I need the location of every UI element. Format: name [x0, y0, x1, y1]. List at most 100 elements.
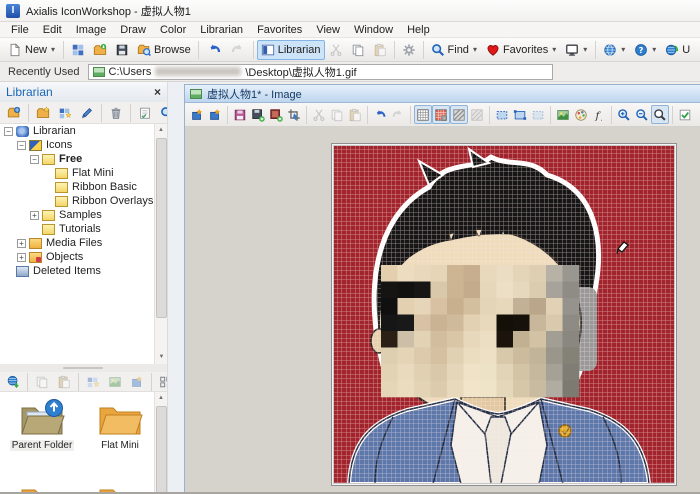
zoom-in-button[interactable] [615, 105, 633, 124]
copy-button[interactable] [347, 40, 369, 60]
tree-scroll-thumb[interactable] [156, 138, 167, 318]
expander-plus-icon[interactable]: + [30, 210, 39, 220]
menu-item-file[interactable]: File [4, 22, 36, 38]
help-dropdown-icon[interactable]: ▾ [651, 45, 657, 54]
view-icons-button[interactable] [155, 372, 167, 392]
folder-scroll-thumb[interactable] [156, 406, 167, 494]
folder-item-flat-mini[interactable]: Flat Mini [84, 398, 156, 451]
menu-item-window[interactable]: Window [347, 22, 400, 38]
tree-item-samples[interactable]: + Samples [0, 208, 167, 222]
favorites-button[interactable]: Favorites ▾ [482, 40, 561, 60]
tree-item-flat-mini[interactable]: Flat Mini [0, 166, 167, 180]
scroll-up-icon[interactable]: ▲ [155, 392, 167, 405]
find-dropdown-icon[interactable]: ▾ [472, 45, 478, 54]
search-button[interactable] [156, 103, 167, 123]
test-icon-button[interactable] [676, 105, 694, 124]
menu-item-view[interactable]: View [309, 22, 347, 38]
expander-minus-icon[interactable]: − [30, 154, 39, 164]
tree-item-tutorials[interactable]: Tutorials [0, 222, 167, 236]
favorites-dropdown-icon[interactable]: ▾ [551, 45, 557, 54]
zoom-tool-button[interactable] [651, 105, 669, 124]
image-adjust-button[interactable] [554, 105, 572, 124]
tree-item-ribbon-overlays[interactable]: Ribbon Overlays [0, 194, 167, 208]
menu-item-edit[interactable]: Edit [36, 22, 69, 38]
tree-item-icons[interactable]: − Icons [0, 138, 167, 152]
doc-undo-button[interactable] [371, 105, 389, 124]
web-dropdown-icon[interactable]: ▾ [620, 45, 626, 54]
new-button[interactable]: New ▾ [4, 40, 60, 60]
expander-plus-icon[interactable]: + [17, 238, 26, 248]
new-folder-button[interactable] [32, 103, 54, 123]
rename-button[interactable] [76, 103, 98, 123]
new-dropdown-icon[interactable]: ▾ [50, 45, 56, 54]
browse-button[interactable]: Browse [133, 40, 195, 60]
effects-button[interactable] [590, 105, 608, 124]
doc-paste-button[interactable] [346, 105, 364, 124]
panel-splitter-handle[interactable] [0, 364, 167, 372]
tree-item-objects[interactable]: + Objects [0, 250, 167, 264]
expander-minus-icon[interactable]: − [17, 140, 26, 150]
scroll-up-icon[interactable]: ▲ [155, 124, 167, 137]
new-image-button[interactable] [104, 372, 126, 392]
vertical-splitter[interactable] [167, 82, 184, 494]
expander-minus-icon[interactable]: − [4, 126, 13, 136]
new-project-button[interactable] [188, 105, 206, 124]
tree-item-free[interactable]: − Free [0, 152, 167, 166]
tree-item-ribbon-basic[interactable]: Ribbon Basic [0, 180, 167, 194]
float-selection-button[interactable] [529, 105, 547, 124]
undo-button[interactable] [202, 40, 226, 60]
folder-item-parent-folder[interactable]: Parent Folder [6, 398, 78, 451]
options-button[interactable] [398, 40, 420, 60]
pixel-canvas-artwork[interactable] [333, 145, 675, 484]
screen-dropdown-icon[interactable]: ▾ [582, 45, 588, 54]
tree-item-media-files[interactable]: + Media Files [0, 236, 167, 250]
document-tab-bar[interactable]: 虚拟人物1* - Image [185, 85, 700, 103]
transparency-button[interactable] [450, 105, 468, 124]
web-button[interactable]: ▾ [599, 40, 630, 60]
find-button[interactable]: Find ▾ [427, 40, 482, 60]
menu-item-help[interactable]: Help [400, 22, 437, 38]
librarian-toggle-button[interactable]: Librarian [256, 39, 325, 60]
show-grid-button[interactable] [414, 105, 432, 124]
redo-button[interactable] [226, 40, 250, 60]
paste-item-button[interactable] [53, 372, 75, 392]
tree-scrollbar[interactable]: ▲ ▼ [154, 124, 167, 364]
lcd-preview-button[interactable] [432, 105, 450, 124]
paste-button[interactable] [369, 40, 391, 60]
save-as-button[interactable] [249, 105, 267, 124]
expander-plus-icon[interactable]: + [17, 252, 26, 262]
help-button[interactable]: ▾ [630, 40, 661, 60]
new-icon-button[interactable] [82, 372, 104, 392]
zoom-out-button[interactable] [633, 105, 651, 124]
menu-item-image[interactable]: Image [69, 22, 114, 38]
download-web-button[interactable] [2, 372, 24, 392]
save-image-button[interactable] [231, 105, 249, 124]
color-palette-button[interactable] [572, 105, 590, 124]
menu-item-librarian[interactable]: Librarian [193, 22, 250, 38]
duplicate-project-button[interactable] [206, 105, 224, 124]
screen-button[interactable]: ▾ [561, 40, 592, 60]
open-library-web-button[interactable] [3, 103, 25, 123]
convert-button[interactable] [126, 372, 148, 392]
new-library-button[interactable] [67, 40, 89, 60]
doc-copy-button[interactable] [328, 105, 346, 124]
pattern-button[interactable] [468, 105, 486, 124]
select-button[interactable] [493, 105, 511, 124]
update-button[interactable]: U [661, 40, 694, 60]
image-canvas[interactable] [331, 143, 677, 486]
copy-item-button[interactable] [31, 372, 53, 392]
properties-button[interactable] [134, 103, 156, 123]
resize-selection-button[interactable] [511, 105, 529, 124]
menu-item-color[interactable]: Color [153, 22, 193, 38]
folder-scrollbar[interactable]: ▲ ▼ [154, 392, 167, 494]
open-button[interactable] [89, 40, 111, 60]
recent-path-combobox[interactable]: C:\Users \Desktop\虚拟人物1.gif [87, 63, 553, 80]
menu-item-draw[interactable]: Draw [113, 22, 153, 38]
tree-item-librarian[interactable]: − Librarian [0, 124, 167, 138]
tree-item-deleted-items[interactable]: Deleted Items [0, 264, 167, 278]
save-button[interactable] [111, 40, 133, 60]
doc-cut-button[interactable] [310, 105, 328, 124]
new-library-button-panel[interactable] [54, 103, 76, 123]
menu-item-favorites[interactable]: Favorites [250, 22, 309, 38]
crop-button[interactable] [285, 105, 303, 124]
